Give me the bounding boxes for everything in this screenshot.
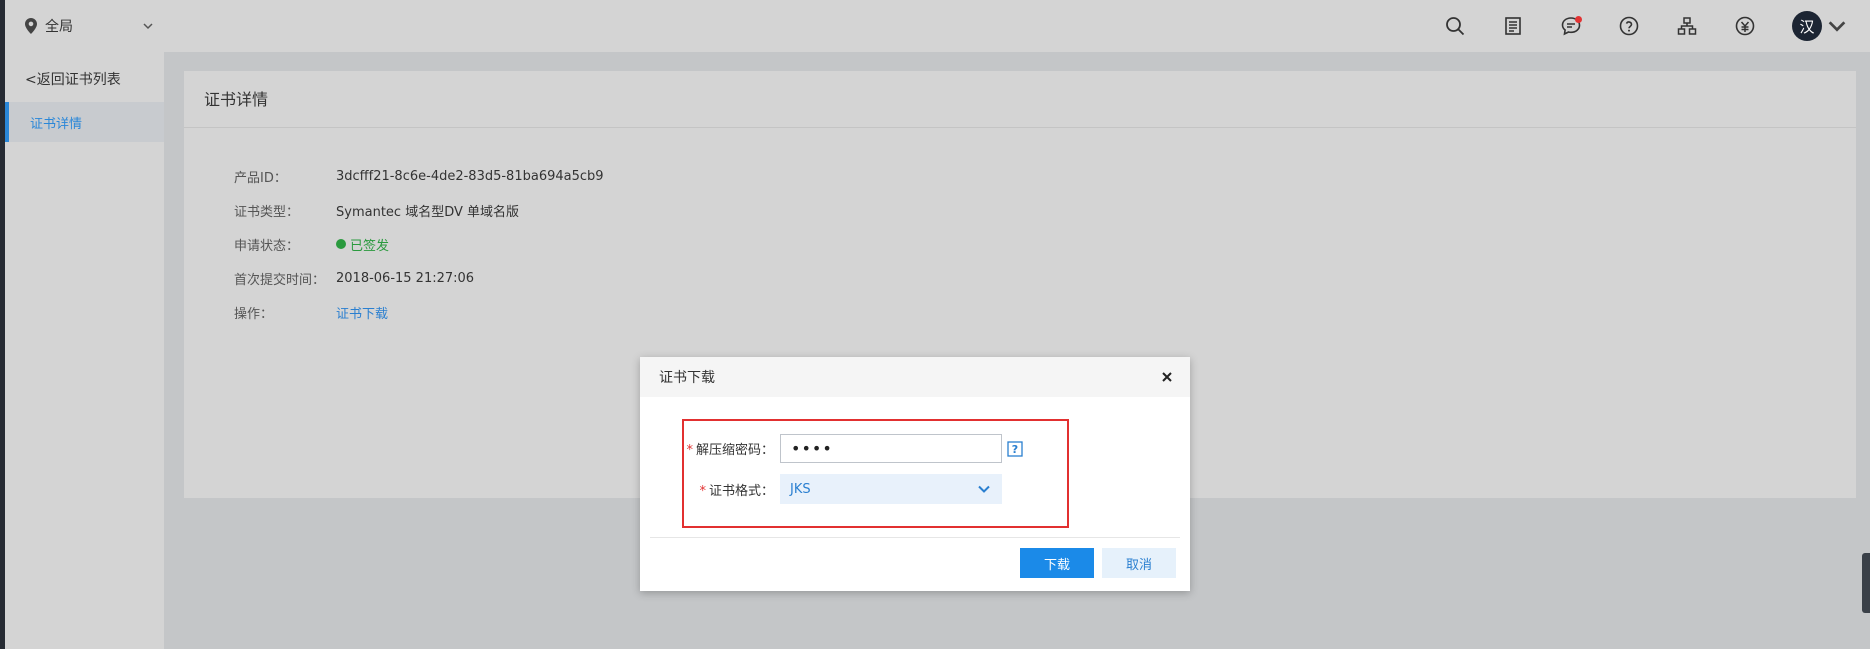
info-row-cert-type: 证书类型： Symantec 域名型DV 单域名版 — [234, 193, 604, 227]
notification-dot — [1575, 16, 1582, 23]
cert-format-select[interactable]: JKS — [780, 474, 1002, 504]
billing-button[interactable] — [1716, 0, 1774, 52]
sidebar-item-cert-details[interactable]: 证书详情 — [5, 102, 164, 142]
password-label: * 解压缩密码： — [640, 439, 780, 458]
order-list-icon — [1505, 17, 1521, 35]
password-label-text: 解压缩密码： — [695, 443, 774, 458]
billing-icon — [1735, 16, 1755, 36]
side-panel-handle[interactable] — [1862, 553, 1870, 613]
search-button[interactable] — [1426, 0, 1484, 52]
dialog-header: 证书下载 — [640, 357, 1190, 397]
cert-download-dialog: 证书下载 * 解压缩密码： •••• ? * 证书格式： JKS 下载 取消 — [640, 357, 1190, 591]
required-mark: * — [699, 483, 706, 499]
help-icon[interactable]: ? — [1007, 440, 1023, 457]
dialog-footer: 下载 取消 — [1020, 548, 1176, 578]
dialog-divider — [650, 537, 1180, 538]
info-row-status: 申请状态： 已签发 — [234, 227, 604, 261]
help-circle-icon — [1619, 16, 1639, 36]
download-button[interactable]: 下载 — [1020, 548, 1094, 578]
chevron-down-icon — [143, 23, 153, 30]
top-toolbar: 汉 — [1426, 0, 1848, 52]
sidebar-item-label: 证书详情 — [30, 116, 83, 132]
dialog-title: 证书下载 — [659, 370, 715, 386]
cert-info-list: 产品ID： 3dcfff21-8c6e-4de2-83d5-81ba694a5c… — [234, 159, 604, 329]
orders-button[interactable] — [1484, 0, 1542, 52]
format-row: * 证书格式： JKS — [640, 474, 1002, 504]
unzip-password-input[interactable]: •••• — [780, 434, 1002, 463]
back-to-cert-list-link[interactable]: <返回证书列表 — [25, 69, 121, 89]
messages-button[interactable] — [1542, 0, 1600, 52]
product-id-value: 3dcfff21-8c6e-4de2-83d5-81ba694a5cb9 — [336, 168, 604, 184]
info-row-submit-time: 首次提交时间： 2018-06-15 21:27:06 — [234, 261, 604, 295]
network-button[interactable] — [1658, 0, 1716, 52]
format-label-text: 证书格式： — [708, 483, 774, 499]
region-label: 全局 — [45, 19, 73, 35]
status-dot-icon — [336, 239, 346, 249]
search-icon — [1446, 17, 1465, 36]
help-glyph: ? — [1012, 443, 1018, 456]
password-row: * 解压缩密码： •••• ? — [640, 434, 1023, 463]
dialog-body: * 解压缩密码： •••• ? * 证书格式： JKS — [640, 397, 1190, 537]
info-row-product-id: 产品ID： 3dcfff21-8c6e-4de2-83d5-81ba694a5c… — [234, 159, 604, 193]
chevron-down-icon[interactable] — [1826, 15, 1848, 37]
cert-type-value: Symantec 域名型DV 单域名版 — [336, 204, 519, 220]
network-icon — [1677, 17, 1697, 35]
sidebar: <返回证书列表 证书详情 — [0, 52, 164, 649]
chevron-down-icon — [978, 485, 990, 493]
info-row-actions: 操作： 证书下载 — [234, 295, 604, 329]
cancel-button[interactable]: 取消 — [1102, 548, 1176, 578]
page-title: 证书详情 — [184, 71, 1856, 128]
status-badge: 已签发 — [336, 235, 389, 254]
info-label: 操作： — [234, 306, 274, 322]
close-icon[interactable] — [1160, 370, 1174, 384]
region-selector[interactable]: 全局 — [25, 0, 155, 52]
submit-time-value: 2018-06-15 21:27:06 — [336, 270, 475, 286]
user-avatar[interactable]: 汉 — [1792, 11, 1822, 41]
info-label: 申请状态： — [234, 238, 300, 254]
info-label: 产品ID： — [234, 170, 287, 186]
top-bar: 全局 汉 — [0, 0, 1870, 52]
help-button[interactable] — [1600, 0, 1658, 52]
cert-download-link[interactable]: 证书下载 — [336, 303, 388, 322]
cert-format-value: JKS — [790, 481, 811, 497]
info-label: 首次提交时间： — [234, 272, 326, 288]
location-pin-icon — [25, 18, 37, 34]
format-label: * 证书格式： — [640, 480, 780, 499]
info-label: 证书类型： — [234, 204, 300, 220]
required-mark: * — [686, 443, 693, 458]
status-text: 已签发 — [350, 238, 390, 254]
